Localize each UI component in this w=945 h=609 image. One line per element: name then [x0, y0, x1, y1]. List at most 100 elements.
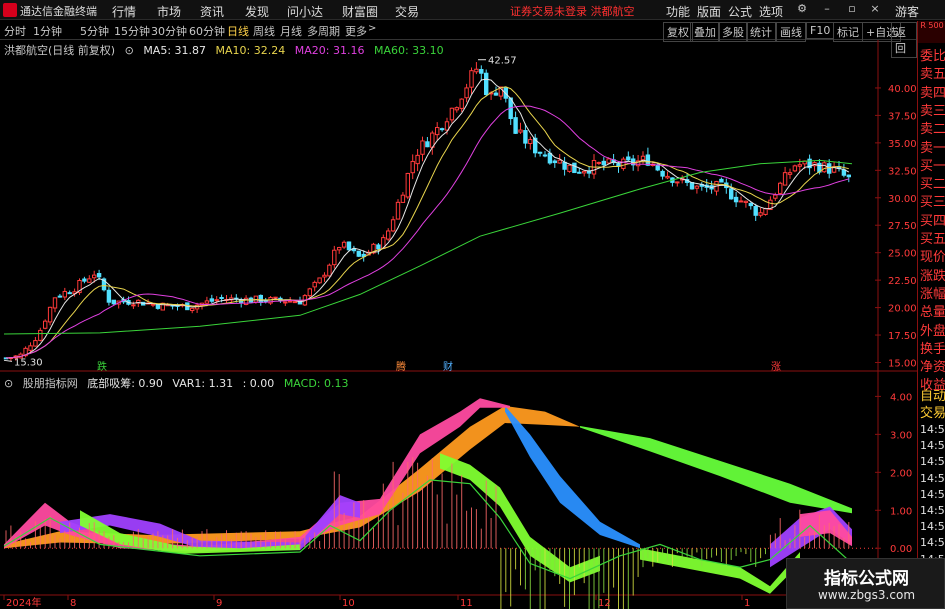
- candle-body: [464, 87, 469, 99]
- panel-toggle[interactable]: R 500: [918, 21, 945, 43]
- y-tick-label: 37.50: [888, 111, 917, 122]
- candle-body: [47, 306, 53, 323]
- candle-body: [52, 297, 58, 309]
- candle-body: [96, 273, 102, 278]
- candle-body: [660, 170, 665, 177]
- candle-body: [435, 127, 440, 136]
- ma20-value: MA20: 31.16: [294, 44, 365, 57]
- candle-body: [87, 278, 92, 283]
- candle-body: [131, 304, 136, 307]
- candle-body: [787, 172, 793, 175]
- quote-side-panel: R 500 委比 卖五 卖四 卖三 卖二 卖一 买一 买二 买三 买四 买五 现价 涨跌 涨幅 总量 外盘 换手…: [917, 21, 945, 609]
- candle-body: [346, 241, 352, 251]
- macd-value: MACD: 0.13: [283, 377, 349, 390]
- sub-legend: ⊙ 股朋指标网 底部吸筹: 0.90 VAR1: 1.31 : 0.00 MAC…: [4, 375, 354, 391]
- candle-body: [204, 300, 210, 304]
- x-tick-label: 9: [216, 598, 222, 609]
- panel-item-14: 总量: [920, 305, 945, 321]
- candle-body: [493, 92, 499, 96]
- candle-body: [479, 69, 484, 74]
- panel-time-5: 14:56: [920, 504, 945, 517]
- candle-body: [567, 164, 572, 172]
- candle-body: [523, 130, 528, 144]
- ma60-value: MA60: 33.10: [373, 44, 444, 57]
- candle-body: [557, 159, 562, 164]
- candle-body: [841, 169, 847, 176]
- stock-name[interactable]: 洪都航空(日线 前复权): [4, 44, 115, 57]
- candle-body: [415, 154, 420, 165]
- candle-body: [596, 161, 602, 164]
- sub-y-tick-label: 0.00: [890, 544, 912, 555]
- y-tick-label: 15.00: [888, 359, 917, 370]
- candle-body: [606, 158, 611, 164]
- event-marker: 腾: [396, 360, 406, 373]
- candle-body: [542, 154, 548, 157]
- y-tick-label: 40.00: [888, 84, 917, 95]
- candle-body: [601, 160, 606, 166]
- candle-body: [410, 160, 415, 174]
- candle-body: [57, 295, 63, 298]
- candle-body: [390, 219, 396, 232]
- candle-body: [577, 171, 582, 174]
- panel-item-15: 外盘: [920, 323, 945, 339]
- indicator-name[interactable]: 股朋指标网: [23, 377, 78, 390]
- watermark: 指标公式网 www.zbgs3.com: [786, 558, 945, 609]
- candle-body: [469, 70, 474, 88]
- candle-body: [748, 202, 753, 207]
- panel-item-11: 现价: [920, 250, 945, 266]
- candle-body: [459, 98, 464, 109]
- candle-body: [327, 264, 332, 277]
- x-tick-label: 11: [460, 598, 473, 609]
- panel-item-17: 净资: [920, 360, 945, 376]
- candle-body: [67, 292, 72, 295]
- var1-value: VAR1: 1.31: [172, 377, 234, 390]
- panel-item-10: 买五: [920, 232, 945, 247]
- indicator-icon[interactable]: ⊙: [4, 377, 13, 390]
- y-tick-label: 35.00: [888, 139, 917, 150]
- panel-trade[interactable]: 交易: [920, 402, 945, 421]
- candle-body: [150, 303, 156, 306]
- panel-item-16: 换手: [920, 341, 945, 357]
- candlestick-chart: 42.57 15.30 跌 腾 财 涨: [3, 56, 853, 373]
- candle-body: [743, 200, 749, 203]
- panel-time-0: 14:56: [920, 423, 945, 436]
- ma5-value: MA5: 31.87: [143, 44, 207, 57]
- candle-body: [33, 340, 38, 347]
- panel-item-7: 买二: [920, 177, 945, 193]
- indicator-chart: [3, 398, 853, 609]
- ma10-line: [5, 86, 849, 359]
- panel-item-13: 涨幅: [920, 286, 945, 302]
- high-annotation: 42.57: [488, 56, 517, 67]
- x-tick-label: 8: [70, 598, 76, 609]
- panel-item-6: 买一: [920, 158, 945, 174]
- candle-body: [782, 172, 788, 186]
- chart-area[interactable]: 42.57 15.30 跌 腾 财 涨 40.00 37.50 35.00 32.50 30.00…: [0, 0, 917, 609]
- candle-body: [395, 201, 401, 220]
- candle-body: [82, 278, 87, 282]
- candle-body: [454, 107, 460, 111]
- candle-body: [43, 320, 48, 329]
- candle-body: [62, 290, 67, 298]
- panel-time-3: 14:56: [920, 471, 945, 485]
- candle-body: [733, 196, 739, 203]
- watermark-url: www.zbgs3.com: [817, 588, 916, 602]
- event-marker: 跌: [97, 360, 107, 373]
- ma10-value: MA10: 32.24: [215, 44, 286, 57]
- candle-body: [38, 329, 43, 341]
- dropdown-icon[interactable]: ⊙: [125, 44, 134, 57]
- candle-body: [273, 296, 278, 299]
- candle-body: [400, 194, 406, 203]
- candle-body: [474, 68, 479, 73]
- candle-body: [562, 161, 567, 170]
- candle-body: [797, 164, 802, 167]
- low-annotation: 15.30: [14, 357, 43, 368]
- panel-item-8: 买三: [920, 195, 945, 211]
- panel-item-3: 卖三: [920, 103, 945, 119]
- candle-body: [626, 156, 631, 161]
- candle-body: [292, 301, 298, 304]
- panel-time-1: 14:56: [920, 439, 945, 453]
- y-tick-label: 20.00: [888, 304, 917, 315]
- candle-body: [719, 178, 724, 183]
- candle-body: [552, 160, 557, 164]
- candle-body: [773, 194, 778, 199]
